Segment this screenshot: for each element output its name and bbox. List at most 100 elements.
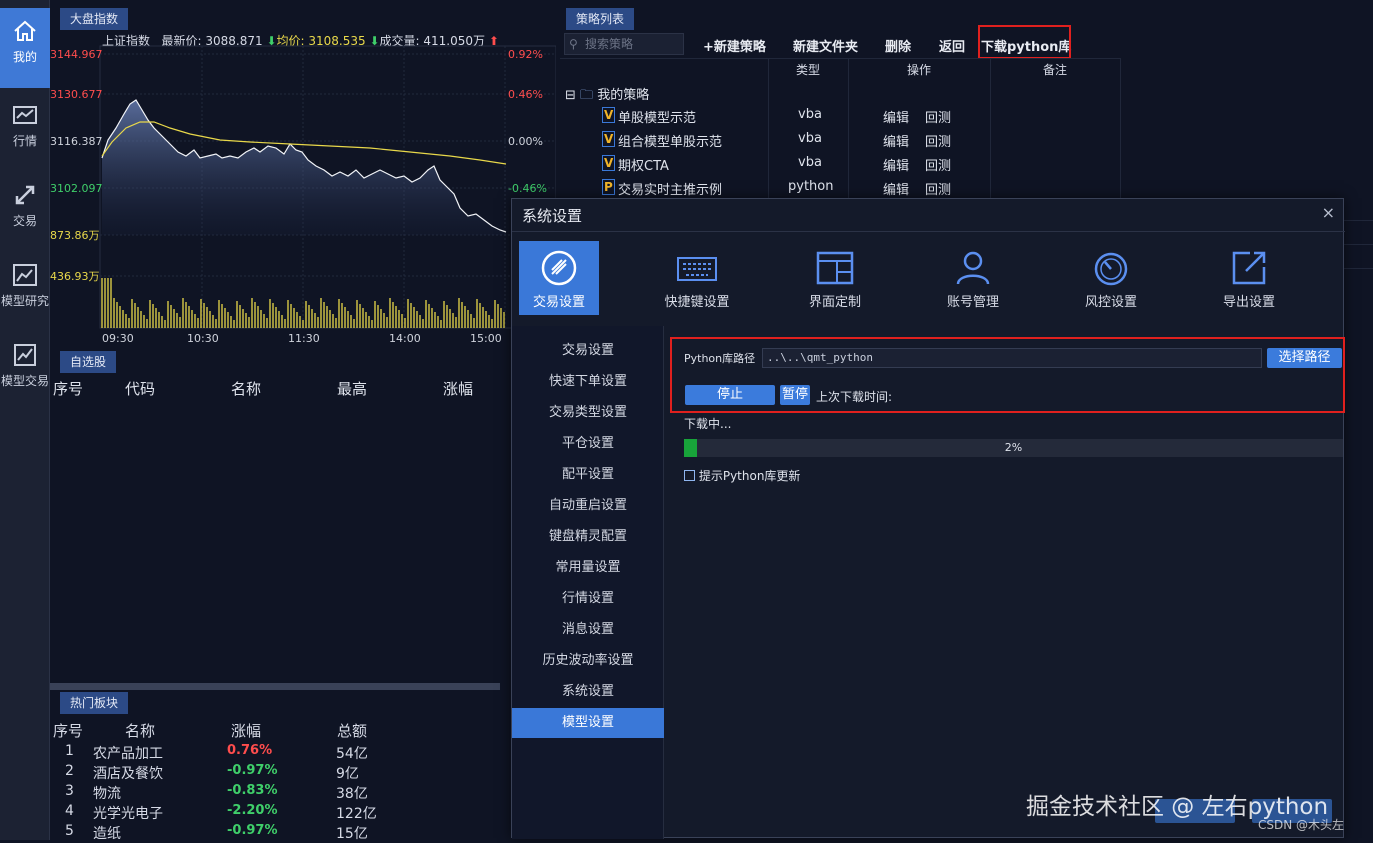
y-label: 3130.677 [50, 88, 103, 101]
chart-icon [13, 106, 37, 124]
edit-link[interactable]: 编辑 [883, 107, 909, 126]
collapse-icon[interactable]: ⊟ [565, 88, 576, 103]
hot-sectors-tab[interactable]: 热门板块 [60, 692, 129, 714]
sidebar-item[interactable]: 历史波动率设置 [512, 646, 664, 676]
downloading-status: 下载中... [684, 417, 732, 431]
strategy-row[interactable]: V 期权CTA vba 编辑 回测 [560, 155, 1120, 179]
last-download-label: 上次下载时间: [816, 390, 893, 404]
edit-link[interactable]: 编辑 [883, 155, 909, 174]
watchlist-scrollbar[interactable] [50, 683, 500, 690]
row-no: 4 [65, 803, 74, 819]
sidebar-item[interactable]: 消息设置 [512, 615, 664, 645]
left-nav: 我的 行情 交易 模型研究 模型交易 [0, 0, 50, 840]
hot-sector-row[interactable]: 3 物流 -0.83% 38亿 [50, 783, 510, 803]
folder-icon: 🗀 [580, 88, 594, 103]
folder-row[interactable]: ⊟ 🗀 我的策略 [565, 84, 649, 108]
backtest-link[interactable]: 回测 [925, 155, 951, 174]
hot-col-no[interactable]: 序号 [53, 720, 83, 741]
strategy-type: vba [798, 131, 822, 146]
row-total: 9亿 [336, 766, 359, 782]
new-strategy-button[interactable]: +新建策略 [703, 36, 766, 55]
strategy-name: 交易实时主推示例 [618, 183, 723, 198]
nav-item-market[interactable]: 行情 [0, 92, 50, 172]
nav-item-model-trade[interactable]: 模型交易 [0, 332, 50, 412]
sidebar-item[interactable]: 配平设置 [512, 460, 664, 490]
strategy-row[interactable]: V 组合模型单股示范 vba 编辑 回测 [560, 131, 1120, 155]
hot-col-change[interactable]: 涨幅 [231, 720, 261, 741]
y-label: 3116.387 [50, 135, 103, 148]
y-label: 3102.097 [50, 182, 103, 195]
tab-hotkeys[interactable]: 快捷键设置 [657, 241, 737, 315]
index-panel-tab[interactable]: 大盘指数 [60, 8, 129, 30]
close-icon[interactable]: × [1322, 203, 1335, 222]
time-label: 14:00 [389, 332, 421, 345]
sidebar-item[interactable]: 交易类型设置 [512, 398, 664, 428]
divider [1344, 268, 1373, 269]
tab-risk[interactable]: 风控设置 [1071, 241, 1151, 315]
watchlist-tab[interactable]: 自选股 [60, 351, 117, 373]
watch-col-name[interactable]: 名称 [231, 378, 261, 399]
backtest-link[interactable]: 回测 [925, 179, 951, 198]
choose-path-button[interactable]: 选择路径 [1267, 348, 1342, 368]
row-name: 造纸 [93, 826, 121, 842]
sidebar-item[interactable]: 自动重启设置 [512, 491, 664, 521]
nav-item-trade[interactable]: 交易 [0, 172, 50, 252]
strategy-list-tab[interactable]: 策略列表 [566, 8, 635, 30]
sidebar-item[interactable]: 常用量设置 [512, 553, 664, 583]
tab-export[interactable]: 导出设置 [1209, 241, 1289, 315]
highlight-box [978, 25, 1071, 59]
sidebar-item[interactable]: 模型设置 [512, 708, 664, 738]
hot-sector-row[interactable]: 5 造纸 -0.97% 15亿 [50, 823, 510, 843]
row-no: 5 [65, 823, 74, 839]
pause-button[interactable]: 暂停 [780, 385, 810, 405]
tab-account[interactable]: 账号管理 [933, 241, 1013, 315]
nav-item-mine[interactable]: 我的 [0, 8, 50, 88]
remind-checkbox[interactable] [684, 470, 695, 481]
watch-col-no[interactable]: 序号 [53, 378, 83, 399]
row-change: -0.97% [227, 763, 278, 778]
tab-trade-settings[interactable]: 交易设置 [519, 241, 599, 315]
new-folder-button[interactable]: 新建文件夹 [793, 36, 858, 55]
hot-sector-row[interactable]: 2 酒店及餐饮 -0.97% 9亿 [50, 763, 510, 783]
hot-sector-row[interactable]: 4 光学光电子 -2.20% 122亿 [50, 803, 510, 823]
edit-link[interactable]: 编辑 [883, 179, 909, 198]
user-icon [956, 251, 990, 285]
backtest-link[interactable]: 回测 [925, 131, 951, 150]
sidebar-item[interactable]: 快速下单设置 [512, 367, 664, 397]
sidebar-item[interactable]: 行情设置 [512, 584, 664, 614]
nav-label: 我的 [12, 50, 37, 64]
stop-button[interactable]: 停止 [685, 385, 775, 405]
model-research-icon [13, 264, 37, 286]
row-no: 3 [65, 783, 74, 799]
edit-link[interactable]: 编辑 [883, 131, 909, 150]
python-path-input[interactable]: ..\..\qmt_python [762, 348, 1262, 368]
hot-col-name[interactable]: 名称 [125, 720, 155, 741]
remind-label: 提示Python库更新 [698, 469, 801, 483]
strategy-type-icon: V [602, 107, 616, 123]
backtest-link[interactable]: 回测 [925, 107, 951, 126]
watch-col-change[interactable]: 涨幅 [443, 378, 473, 399]
strategy-row[interactable]: V 单股模型示范 vba 编辑 回测 [560, 107, 1120, 131]
watch-col-code[interactable]: 代码 [125, 378, 155, 399]
tab-label: 交易设置 [532, 295, 585, 310]
nav-label: 交易 [12, 214, 37, 228]
sidebar-item[interactable]: 系统设置 [512, 677, 664, 707]
row-name: 酒店及餐饮 [93, 766, 163, 782]
hot-col-total[interactable]: 总额 [337, 720, 367, 741]
strategy-search-input[interactable]: ⚲ 搜索策略 [564, 33, 684, 55]
sidebar-item[interactable]: 键盘精灵配置 [512, 522, 664, 552]
layout-icon [816, 251, 854, 285]
time-label: 10:30 [187, 332, 219, 345]
tab-layout[interactable]: 界面定制 [795, 241, 875, 315]
search-icon: ⚲ [569, 37, 578, 51]
sidebar-item[interactable]: 平仓设置 [512, 429, 664, 459]
sidebar-item[interactable]: 交易设置 [512, 336, 664, 366]
nav-item-model-research[interactable]: 模型研究 [0, 252, 50, 332]
strategy-type-icon: V [602, 131, 616, 147]
strategy-type-icon: V [602, 155, 616, 171]
hot-sector-row[interactable]: 1 农产品加工 0.76% 54亿 [50, 743, 510, 763]
back-button[interactable]: 返回 [939, 36, 965, 55]
remind-update-row[interactable]: 提示Python库更新 [684, 467, 800, 484]
delete-button[interactable]: 删除 [885, 36, 911, 55]
watch-col-high[interactable]: 最高 [337, 378, 367, 399]
